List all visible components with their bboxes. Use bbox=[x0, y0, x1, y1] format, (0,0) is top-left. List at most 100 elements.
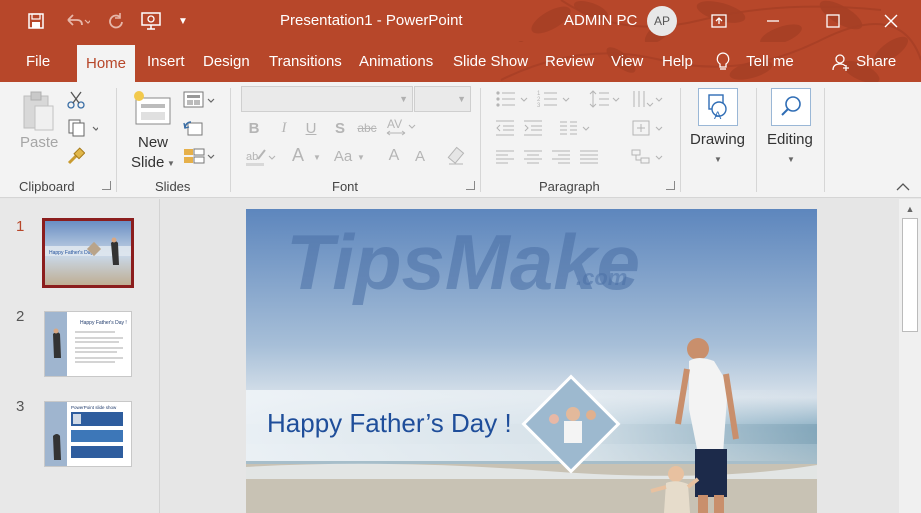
scroll-up-arrow-icon[interactable]: ▲ bbox=[901, 201, 919, 217]
increase-indent-icon bbox=[524, 120, 542, 136]
start-from-beginning-button[interactable] bbox=[138, 8, 164, 34]
slide-2-preview-title: Happy Father's Day ! bbox=[80, 320, 127, 326]
close-icon bbox=[884, 14, 898, 28]
bullets-icon bbox=[496, 91, 528, 107]
slide-title-text[interactable]: Happy Father’s Day ! bbox=[267, 408, 512, 439]
editing-button[interactable] bbox=[771, 88, 811, 126]
decrease-indent-button[interactable] bbox=[494, 118, 516, 138]
justify-button[interactable] bbox=[578, 148, 600, 166]
slide-number-2: 2 bbox=[16, 308, 25, 325]
paragraph-dialog-launcher[interactable] bbox=[666, 181, 675, 190]
font-dialog-launcher[interactable] bbox=[466, 181, 475, 190]
tipsmake-watermark-suffix: .com bbox=[576, 265, 627, 290]
tab-review[interactable]: Review bbox=[545, 42, 594, 82]
new-slide-button[interactable] bbox=[132, 90, 172, 130]
align-right-button[interactable] bbox=[550, 148, 572, 166]
font-color-dropdown-icon[interactable]: ▼ bbox=[312, 152, 322, 162]
layout-button[interactable] bbox=[182, 90, 216, 110]
close-button[interactable] bbox=[868, 6, 914, 36]
clipboard-dialog-launcher[interactable] bbox=[102, 181, 111, 190]
cut-button[interactable] bbox=[66, 90, 86, 110]
line-spacing-button[interactable] bbox=[588, 88, 624, 110]
align-left-button[interactable] bbox=[494, 148, 516, 166]
tab-transitions[interactable]: Transitions bbox=[269, 42, 342, 82]
font-color-button[interactable]: A bbox=[288, 144, 308, 166]
change-case-button[interactable]: Aa bbox=[332, 146, 354, 166]
clipboard-group-label: Clipboard bbox=[19, 179, 75, 194]
font-group-label: Font bbox=[332, 179, 359, 194]
search-icon bbox=[781, 96, 801, 116]
editing-dropdown-icon[interactable]: ▼ bbox=[786, 154, 796, 164]
undo-button[interactable] bbox=[60, 8, 94, 34]
strikethrough-button[interactable]: abc bbox=[356, 118, 378, 138]
section-button[interactable] bbox=[182, 146, 216, 166]
bold-button[interactable]: B bbox=[244, 118, 264, 138]
drawing-label[interactable]: Drawing bbox=[690, 131, 745, 148]
underline-button[interactable]: U bbox=[301, 118, 321, 138]
tab-file[interactable]: File bbox=[26, 42, 50, 82]
tab-slide-show[interactable]: Slide Show bbox=[453, 42, 528, 82]
align-center-button[interactable] bbox=[522, 148, 544, 166]
decrease-indent-icon bbox=[496, 120, 514, 136]
new-slide-label-line1[interactable]: New bbox=[138, 134, 168, 151]
tab-view[interactable]: View bbox=[611, 42, 643, 82]
font-name-dropdown[interactable]: ▼ bbox=[241, 86, 413, 112]
slide-background-beach-photo: TipsMake .com bbox=[246, 209, 817, 513]
slide-3-preview-image: PowerPoint slide show bbox=[45, 402, 131, 466]
highlight-button[interactable]: ab bbox=[244, 146, 278, 168]
svg-text:ab: ab bbox=[246, 151, 258, 163]
collapse-ribbon-button[interactable] bbox=[894, 180, 912, 194]
drawing-button[interactable]: A bbox=[698, 88, 738, 126]
paintbrush-icon bbox=[67, 147, 85, 165]
font-size-dropdown[interactable]: ▼ bbox=[414, 86, 471, 112]
redo-button[interactable] bbox=[104, 8, 128, 34]
numbering-icon: 123 bbox=[537, 91, 570, 109]
numbering-button[interactable]: 123 bbox=[536, 88, 574, 110]
lightbulb-icon bbox=[716, 52, 730, 70]
convert-to-smartart-button[interactable] bbox=[630, 148, 666, 166]
ribbon-display-options-button[interactable] bbox=[696, 6, 742, 36]
minimize-button[interactable] bbox=[750, 6, 796, 36]
columns-button[interactable] bbox=[558, 118, 594, 138]
slide-thumbnail-3[interactable]: PowerPoint slide show bbox=[44, 401, 132, 467]
increase-font-size-button[interactable]: A bbox=[384, 146, 404, 166]
character-spacing-button[interactable]: AV bbox=[384, 115, 418, 139]
tell-me-search[interactable]: Tell me bbox=[716, 42, 794, 82]
new-slide-dropdown-icon[interactable]: ▼ bbox=[166, 158, 176, 168]
decrease-font-size-button[interactable]: A bbox=[410, 146, 430, 166]
chevron-down-icon: ▼ bbox=[399, 94, 408, 104]
editing-label[interactable]: Editing bbox=[767, 131, 813, 148]
copy-button[interactable] bbox=[66, 118, 100, 138]
reset-slide-button[interactable] bbox=[182, 118, 204, 138]
text-direction-button[interactable] bbox=[630, 88, 666, 110]
tab-animations[interactable]: Animations bbox=[359, 42, 433, 82]
customize-quick-access-button[interactable]: ▼ bbox=[172, 8, 194, 34]
tab-design[interactable]: Design bbox=[203, 42, 250, 82]
maximize-button[interactable] bbox=[810, 6, 856, 36]
avatar[interactable]: AP bbox=[647, 6, 677, 36]
drawing-dropdown-icon[interactable]: ▼ bbox=[713, 154, 723, 164]
new-slide-label-line2[interactable]: Slide bbox=[131, 154, 164, 171]
slides-group-label: Slides bbox=[155, 179, 191, 194]
slide-thumbnail-2[interactable]: Happy Father's Day ! bbox=[44, 311, 132, 377]
increase-indent-button[interactable] bbox=[522, 118, 544, 138]
format-painter-button[interactable] bbox=[66, 146, 86, 166]
account-name[interactable]: ADMIN PC bbox=[564, 12, 637, 29]
italic-button[interactable]: I bbox=[274, 118, 294, 138]
slide-number-3: 3 bbox=[16, 398, 25, 415]
clear-formatting-button[interactable] bbox=[444, 144, 468, 168]
change-case-dropdown-icon[interactable]: ▼ bbox=[356, 152, 366, 162]
align-text-button[interactable] bbox=[630, 118, 666, 138]
slide-canvas[interactable]: TipsMake .com bbox=[246, 209, 817, 513]
paste-button[interactable] bbox=[20, 90, 56, 132]
text-shadow-button[interactable]: S bbox=[330, 118, 350, 138]
scrollbar-thumb[interactable] bbox=[902, 218, 918, 332]
highlighter-icon: ab bbox=[246, 149, 276, 166]
slide-thumbnail-1[interactable]: Happy Father's Day ! bbox=[42, 218, 134, 288]
save-button[interactable] bbox=[24, 8, 48, 34]
share-button[interactable]: Share bbox=[832, 42, 896, 82]
tab-insert[interactable]: Insert bbox=[147, 42, 185, 82]
bullets-button[interactable] bbox=[494, 88, 532, 110]
tab-home[interactable]: Home bbox=[77, 45, 136, 82]
tab-help[interactable]: Help bbox=[662, 42, 693, 82]
